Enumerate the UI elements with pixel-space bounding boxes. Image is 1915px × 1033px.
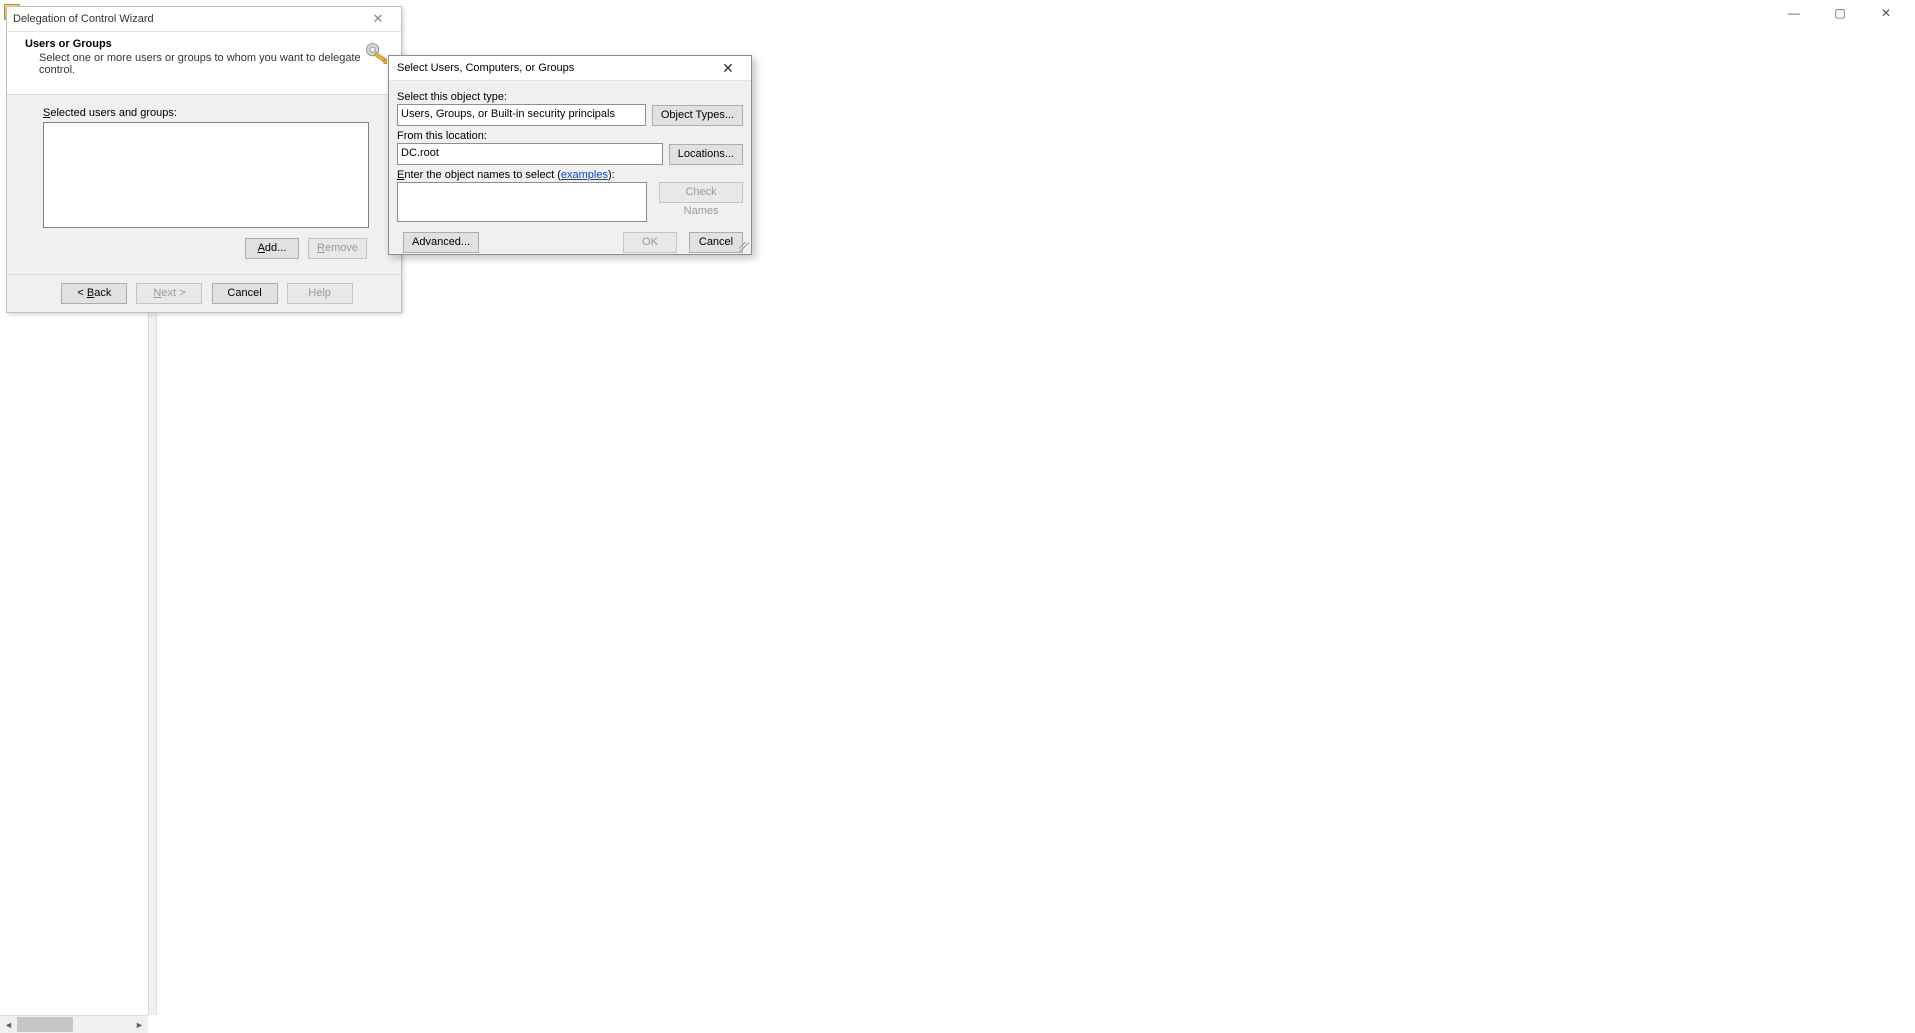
- picker-bottom-right: OK Cancel: [617, 232, 743, 253]
- enter-names-row: Check Names: [397, 182, 743, 222]
- picker-title: Select Users, Computers, or Groups: [397, 62, 711, 74]
- picker-body: Select this object type: Users, Groups, …: [389, 81, 751, 261]
- ok-button: OK: [623, 232, 677, 253]
- add-button-text: dd...: [265, 242, 286, 254]
- wizard-titlebar[interactable]: Delegation of Control Wizard ✕: [7, 7, 401, 32]
- remove-button: Remove: [308, 238, 367, 259]
- wizard-header: Users or Groups Select one or more users…: [7, 32, 401, 95]
- enter-names-label-mid: nter the object names to select (: [404, 169, 561, 181]
- back-button[interactable]: < Back: [61, 283, 127, 304]
- enter-names-label-post: ):: [608, 169, 615, 181]
- wizard-list-buttons: Add... Remove: [43, 238, 367, 259]
- object-type-label: Select this object type:: [397, 91, 743, 103]
- selected-users-label: Selected users and groups:: [43, 107, 373, 119]
- from-location-label: From this location:: [397, 130, 743, 142]
- next-button: Next >: [136, 283, 202, 304]
- resize-grip-icon[interactable]: [739, 242, 749, 252]
- scroll-left-arrow-icon[interactable]: ◄: [0, 1016, 17, 1033]
- help-button: Help: [287, 283, 353, 304]
- wizard-footer: < Back Next > Cancel Help: [7, 274, 401, 312]
- examples-link[interactable]: examples: [561, 169, 608, 181]
- key-icon: [363, 40, 391, 68]
- check-names-button: Check Names: [659, 182, 743, 203]
- from-location-row: DC.root Locations...: [397, 143, 743, 165]
- delegation-wizard-dialog: Delegation of Control Wizard ✕ Users or …: [6, 6, 402, 313]
- remove-button-text: emove: [325, 242, 358, 254]
- wizard-body: Selected users and groups: Add... Remove: [7, 95, 401, 267]
- cancel-button[interactable]: Cancel: [212, 283, 278, 304]
- object-types-button[interactable]: Object Types...: [652, 105, 743, 126]
- object-type-field: Users, Groups, or Built-in security prin…: [397, 104, 646, 126]
- object-picker-dialog: Select Users, Computers, or Groups ✕ Sel…: [388, 55, 752, 255]
- picker-cancel-button[interactable]: Cancel: [689, 232, 743, 253]
- selected-users-listbox[interactable]: [43, 122, 369, 228]
- picker-bottom-row: Advanced... OK Cancel: [397, 232, 743, 253]
- scroll-right-arrow-icon[interactable]: ►: [131, 1016, 148, 1033]
- add-button[interactable]: Add...: [245, 238, 299, 259]
- wizard-heading: Users or Groups: [25, 38, 389, 50]
- back-button-post: ack: [94, 287, 111, 299]
- back-button-pre: <: [77, 287, 86, 299]
- picker-titlebar[interactable]: Select Users, Computers, or Groups ✕: [389, 56, 751, 81]
- wizard-title: Delegation of Control Wizard: [13, 13, 361, 25]
- advanced-button[interactable]: Advanced...: [403, 232, 479, 253]
- picker-close-button[interactable]: ✕: [711, 58, 745, 78]
- selected-users-label-text: elected users and groups:: [50, 107, 177, 119]
- wizard-subheading: Select one or more users or groups to wh…: [39, 52, 389, 76]
- object-type-row: Users, Groups, or Built-in security prin…: [397, 104, 743, 126]
- remove-button-accel: R: [317, 242, 325, 254]
- object-names-textarea[interactable]: [397, 182, 647, 222]
- next-button-post: ext >: [161, 287, 185, 299]
- enter-names-label: Enter the object names to select (exampl…: [397, 169, 743, 181]
- pane-splitter[interactable]: [148, 311, 157, 1015]
- wizard-close-button[interactable]: ✕: [361, 9, 395, 29]
- add-button-accel: A: [258, 242, 265, 254]
- left-pane-hscrollbar[interactable]: ◄ ►: [0, 1015, 148, 1033]
- locations-button[interactable]: Locations...: [669, 144, 743, 165]
- from-location-field: DC.root: [397, 143, 663, 165]
- scroll-thumb[interactable]: [17, 1017, 73, 1032]
